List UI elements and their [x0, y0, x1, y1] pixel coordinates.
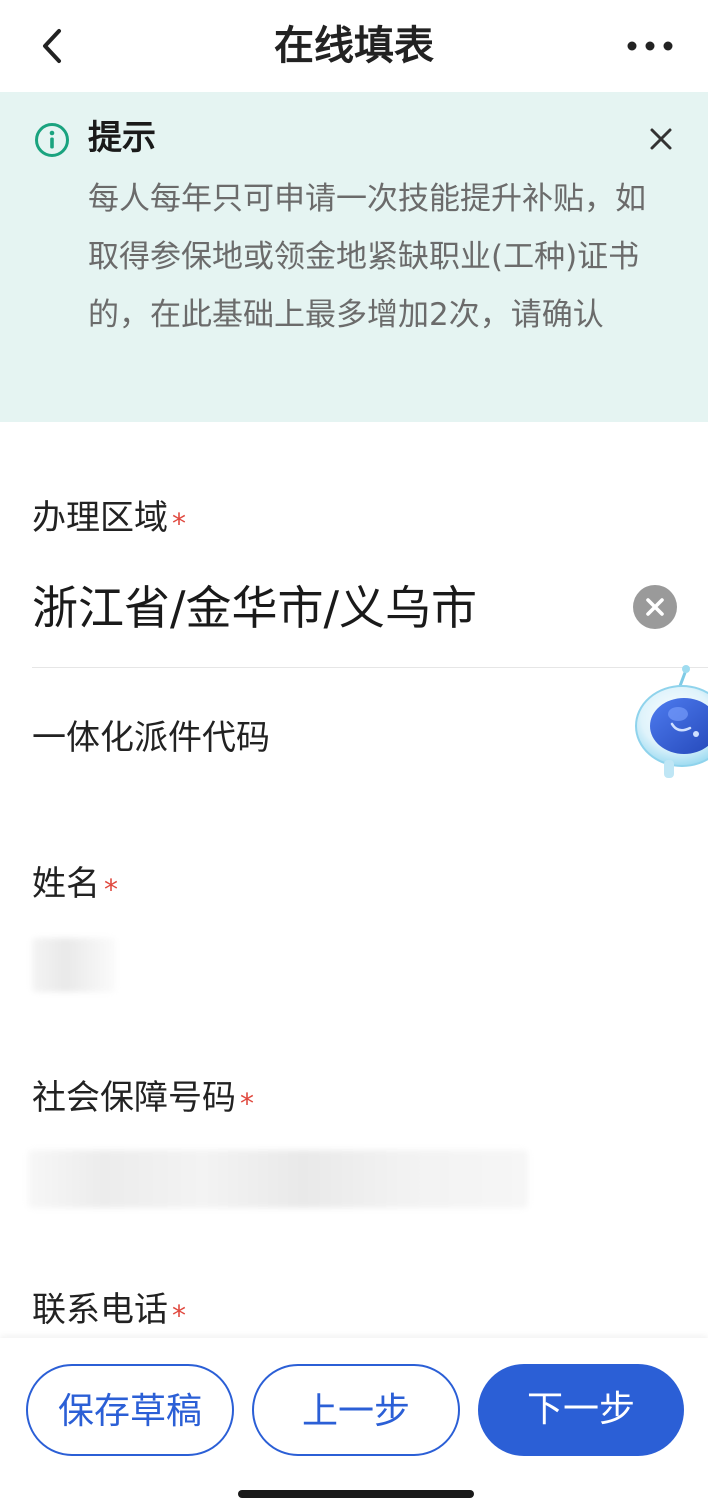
form-page: 在线填表 提示 每人每年只可申请一次技能提升补贴，如取得参保地或领金地紧缺职业(… — [0, 0, 708, 1510]
home-indicator — [238, 1490, 474, 1498]
region-label-text: 办理区域 — [32, 498, 168, 538]
ssn-input[interactable] — [28, 1150, 528, 1208]
assistant-robot-icon[interactable] — [628, 664, 708, 788]
more-dots-icon — [627, 41, 673, 51]
previous-step-button[interactable]: 上一步 — [252, 1364, 460, 1456]
dispatch-code-label: 一体化派件代码 — [32, 718, 270, 758]
required-mark: * — [104, 873, 118, 906]
close-icon[interactable] — [646, 124, 676, 154]
name-label-text: 姓名 — [32, 864, 100, 904]
save-draft-button[interactable]: 保存草稿 — [26, 1364, 234, 1456]
notice-title: 提示 — [88, 118, 156, 158]
phone-label: 联系电话 * — [32, 1286, 186, 1340]
region-label: 办理区域 * — [32, 494, 186, 548]
page-title: 在线填表 — [274, 23, 434, 69]
next-step-button[interactable]: 下一步 — [478, 1364, 684, 1456]
required-mark: * — [172, 507, 186, 540]
required-mark: * — [240, 1087, 254, 1120]
region-select[interactable]: 浙江省/金华市/义乌市 — [32, 576, 477, 640]
required-mark: * — [172, 1299, 186, 1332]
name-label: 姓名 * — [32, 860, 118, 914]
field-divider — [32, 667, 708, 668]
ssn-label-text: 社会保障号码 — [32, 1078, 236, 1118]
phone-label-text: 联系电话 — [32, 1290, 168, 1330]
nav-bar: 在线填表 — [0, 0, 708, 92]
clear-circle-icon[interactable] — [632, 584, 678, 630]
ssn-label: 社会保障号码 * — [32, 1074, 254, 1128]
more-button[interactable] — [620, 28, 680, 64]
name-input[interactable] — [32, 938, 116, 992]
info-circle-icon — [35, 123, 69, 157]
notice-body: 每人每年只可申请一次技能提升补贴，如取得参保地或领金地紧缺职业(工种)证书的，在… — [88, 181, 646, 333]
